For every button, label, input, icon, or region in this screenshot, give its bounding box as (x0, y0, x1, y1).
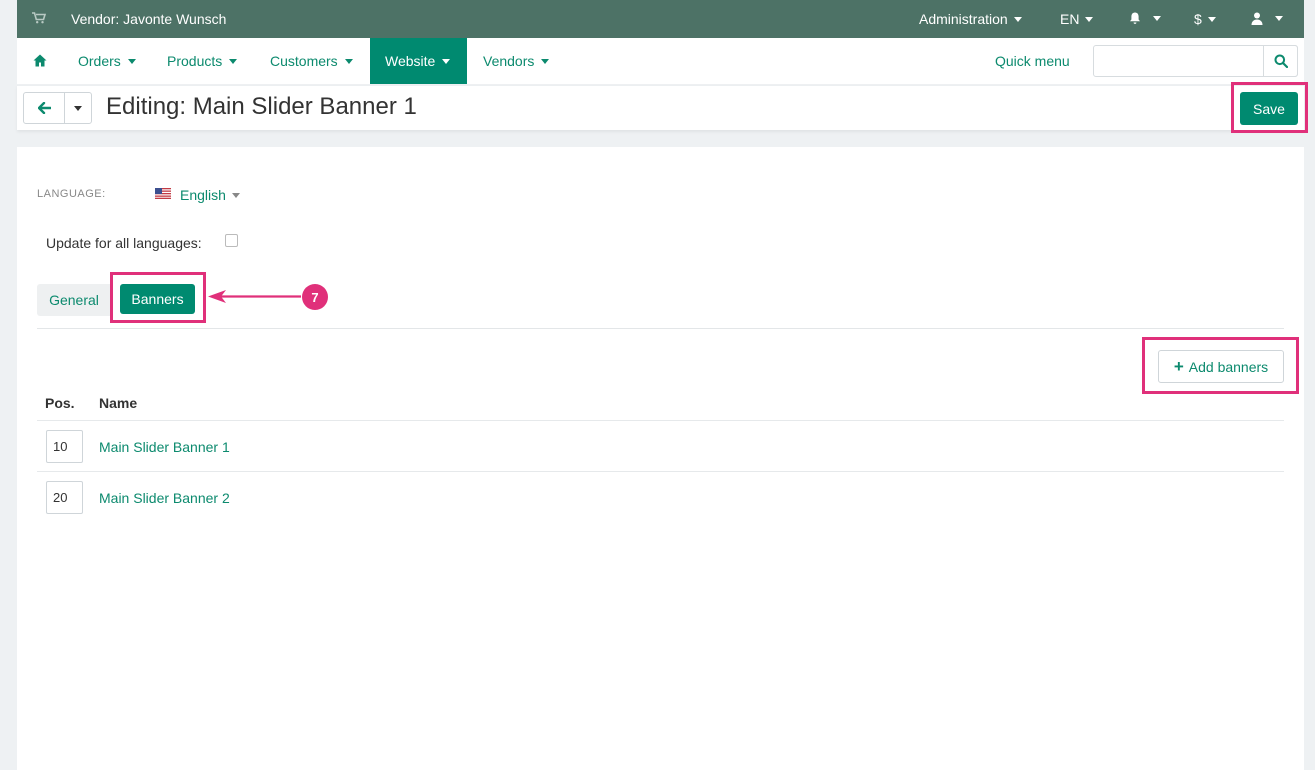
user-icon (1251, 12, 1263, 25)
chevron-down-icon (74, 105, 82, 111)
nav-website[interactable]: Website (370, 38, 467, 84)
step-badge: 7 (302, 284, 328, 310)
nav-customers[interactable]: Customers (270, 38, 353, 84)
position-input[interactable]: 10 (46, 430, 83, 463)
quick-menu-link[interactable]: Quick menu (995, 53, 1070, 69)
home-icon[interactable] (33, 54, 47, 67)
nav-customers-label: Customers (270, 53, 338, 69)
language-code: EN (1060, 11, 1080, 27)
user-menu[interactable] (1251, 12, 1283, 25)
chevron-down-icon (541, 58, 550, 64)
row-divider (37, 471, 1284, 472)
column-header-pos: Pos. (45, 395, 75, 411)
chevron-down-icon (1013, 16, 1022, 22)
add-banners-highlight-box (1142, 337, 1299, 394)
banner-name-link[interactable]: Main Slider Banner 1 (99, 439, 230, 455)
administration-label: Administration (919, 11, 1008, 27)
nav-vendors-label: Vendors (483, 53, 535, 69)
save-highlight-box (1231, 82, 1308, 133)
content-panel: LANGUAGE: English Update for all languag… (17, 147, 1304, 770)
back-dropdown-button[interactable] (64, 92, 92, 124)
chevron-down-icon (442, 58, 451, 64)
update-all-languages-checkbox[interactable] (225, 234, 238, 247)
nav-orders[interactable]: Orders (78, 38, 136, 84)
us-flag-icon (155, 188, 171, 199)
nav-products-label: Products (167, 53, 223, 69)
page-title: Editing: Main Slider Banner 1 (106, 93, 417, 120)
column-header-name: Name (99, 395, 138, 411)
banners-tab-highlight-box (110, 272, 206, 323)
nav-products[interactable]: Products (167, 38, 238, 84)
language-label: LANGUAGE: (37, 188, 106, 200)
chevron-down-icon (229, 58, 238, 64)
currency-menu[interactable]: $ (1194, 11, 1216, 27)
bell-icon (1130, 12, 1140, 24)
chevron-down-icon (1085, 16, 1094, 22)
language-value: English (180, 187, 226, 203)
search-icon (1274, 54, 1288, 68)
chevron-down-icon (1275, 16, 1283, 21)
vendor-name: Vendor: Javonte Wunsch (71, 11, 227, 27)
notifications-menu[interactable] (1129, 12, 1161, 25)
language-menu[interactable]: EN (1060, 11, 1094, 27)
chevron-down-icon (231, 192, 240, 198)
row-divider (37, 420, 1284, 421)
language-select[interactable]: English (180, 187, 240, 203)
currency-symbol: $ (1194, 11, 1202, 27)
tab-general[interactable]: General (37, 284, 111, 316)
nav-orders-label: Orders (78, 53, 121, 69)
annotation-arrow-icon (208, 290, 301, 303)
chevron-down-icon (127, 58, 136, 64)
update-all-languages-label: Update for all languages: (46, 235, 202, 251)
administration-menu[interactable]: Administration (919, 11, 1022, 27)
position-input[interactable]: 20 (46, 481, 83, 514)
top-bar: Vendor: Javonte Wunsch Administration EN… (17, 0, 1304, 38)
title-bar: Editing: Main Slider Banner 1 Save (17, 85, 1304, 130)
chevron-down-icon (1153, 16, 1161, 21)
cart-icon (32, 12, 46, 24)
main-navbar: Orders Products Customers Website Vendor… (17, 38, 1304, 84)
banner-name-link[interactable]: Main Slider Banner 2 (99, 490, 230, 506)
back-button[interactable] (23, 92, 65, 124)
chevron-down-icon (1207, 16, 1216, 22)
tabs-divider (37, 328, 1284, 329)
arrow-left-icon (37, 102, 51, 114)
search-button[interactable] (1263, 45, 1298, 77)
nav-vendors[interactable]: Vendors (483, 38, 550, 84)
nav-website-label: Website (385, 53, 436, 69)
chevron-down-icon (344, 58, 353, 64)
